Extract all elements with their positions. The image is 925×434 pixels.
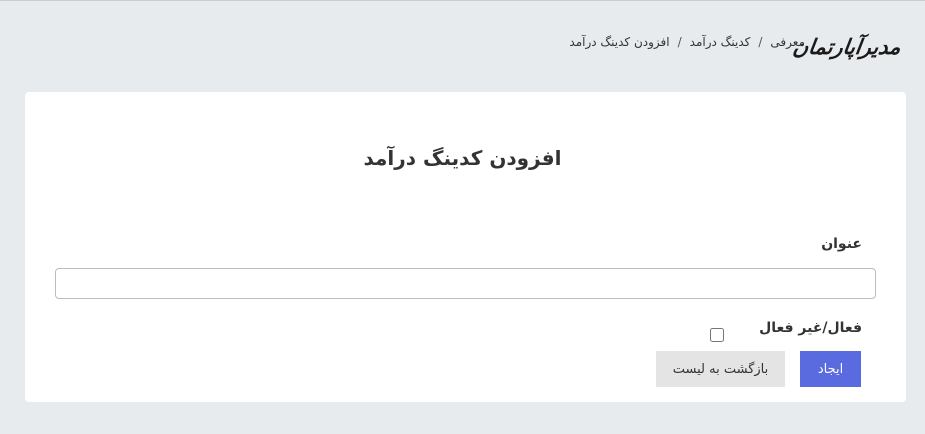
title-field-label: عنوان: [821, 236, 862, 252]
breadcrumb: معرفی / کدینگ درآمد / افزودن کدینگ درآمد: [569, 35, 805, 49]
breadcrumb-separator: /: [677, 35, 682, 49]
breadcrumb-item-income-coding[interactable]: کدینگ درآمد: [690, 35, 751, 49]
breadcrumb-item-current: افزودن کدینگ درآمد: [569, 35, 670, 49]
title-input[interactable]: [55, 268, 876, 299]
logo-text: مدیرآپارتمان: [791, 35, 903, 59]
create-button[interactable]: ایجاد: [800, 351, 861, 387]
breadcrumb-item-intro[interactable]: معرفی: [770, 35, 805, 49]
status-field-label: فعال/غیر فعال: [759, 320, 862, 336]
app-logo[interactable]: مدیرآپارتمان: [791, 30, 903, 64]
active-checkbox[interactable]: [710, 328, 724, 342]
page-title: افزودن کدینگ درآمد: [363, 146, 562, 170]
breadcrumb-separator: /: [758, 35, 763, 49]
top-border: [0, 0, 925, 1]
back-to-list-button[interactable]: بازگشت به لیست: [656, 351, 785, 387]
